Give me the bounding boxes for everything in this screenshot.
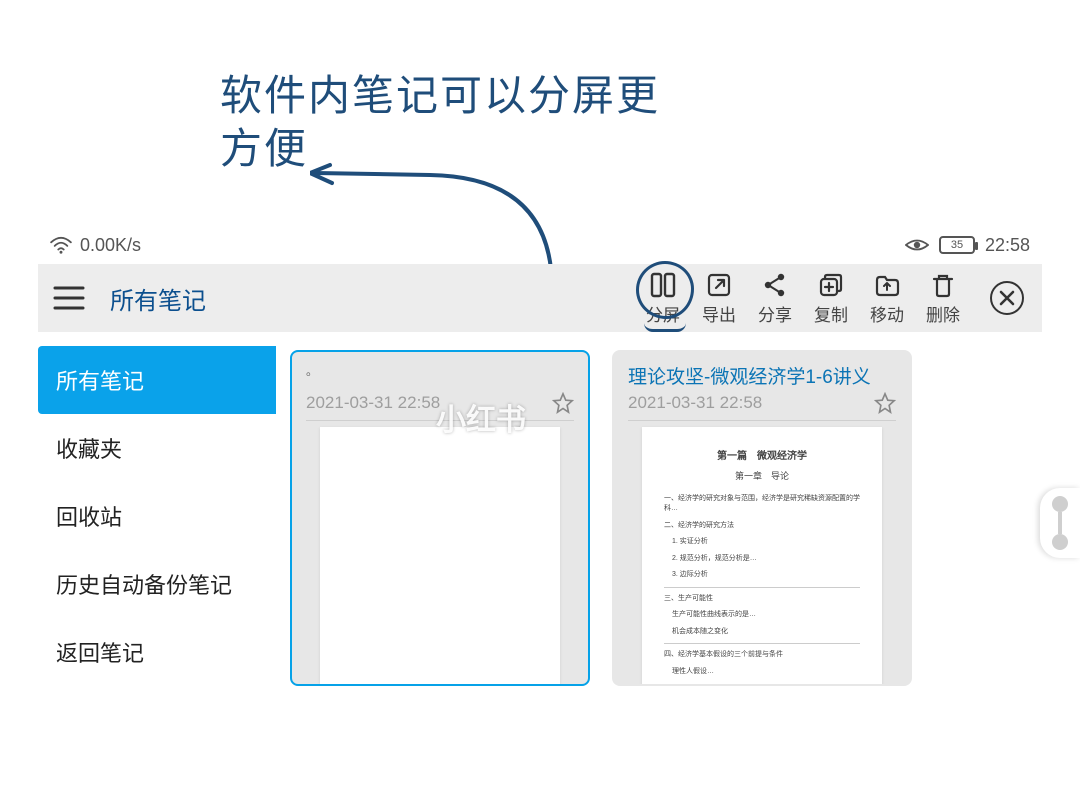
doc-subheading: 第一章 导论 xyxy=(664,470,860,484)
trash-icon xyxy=(929,271,957,299)
sidebar-item-all-notes[interactable]: 所有笔记 xyxy=(38,346,276,414)
delete-button[interactable]: 删除 xyxy=(926,271,960,326)
note-card[interactable]: 理论攻坚-微观经济学1-6讲义 2021-03-31 22:58 第一篇 微观经… xyxy=(612,350,912,686)
doc-heading: 第一篇 微观经济学 xyxy=(664,449,860,464)
handle-dot-icon xyxy=(1052,496,1068,512)
handwritten-annotation: 软件内笔记可以分屏更 方便 xyxy=(220,70,660,175)
handle-bar-icon xyxy=(1058,512,1062,534)
app-toolbar: 所有笔记 分屏 导出 分享 复制 xyxy=(38,264,1042,332)
note-title: 理论攻坚-微观经济学1-6讲义 xyxy=(628,362,896,386)
close-icon xyxy=(999,290,1015,306)
battery-icon: 35 xyxy=(939,236,975,254)
copy-label: 复制 xyxy=(814,301,848,326)
sidebar-item-trash[interactable]: 回收站 xyxy=(38,482,276,550)
status-bar: 0.00K/s 35 22:58 xyxy=(50,232,1030,258)
menu-button[interactable] xyxy=(50,279,88,317)
share-button[interactable]: 分享 xyxy=(758,271,792,326)
clock-time: 22:58 xyxy=(985,235,1030,256)
export-button[interactable]: 导出 xyxy=(702,271,736,326)
star-icon[interactable] xyxy=(552,392,574,414)
eye-icon xyxy=(905,236,929,254)
sidebar-item-favorites[interactable]: 收藏夹 xyxy=(38,414,276,482)
sidebar: 所有笔记 收藏夹 回收站 历史自动备份笔记 返回笔记 xyxy=(38,346,276,686)
note-title: 。 xyxy=(306,362,574,386)
split-label: 分屏 xyxy=(646,301,680,326)
copy-icon xyxy=(817,271,845,299)
export-icon xyxy=(705,271,733,299)
note-thumbnail: 第一篇 微观经济学 第一章 导论 一、经济学的研究对象与范围，经济学是研究稀缺资… xyxy=(614,427,910,686)
annotation-line-1: 软件内笔记可以分屏更 xyxy=(220,72,660,119)
star-icon[interactable] xyxy=(874,392,896,414)
note-card[interactable]: 。 2021-03-31 22:58 xyxy=(290,350,590,686)
wifi-icon xyxy=(50,236,72,254)
edge-handle[interactable] xyxy=(1040,488,1080,558)
blank-page xyxy=(320,427,560,684)
network-speed: 0.00K/s xyxy=(80,235,141,256)
annotation-line-2: 方便 xyxy=(220,125,308,172)
toolbar-actions: 分屏 导出 分享 复制 移动 xyxy=(646,271,1024,326)
hamburger-icon xyxy=(53,285,85,311)
handle-dot-icon xyxy=(1052,534,1068,550)
note-timestamp: 2021-03-31 22:58 xyxy=(306,393,440,413)
share-icon xyxy=(761,271,789,299)
delete-label: 删除 xyxy=(926,301,960,326)
sidebar-item-return[interactable]: 返回笔记 xyxy=(38,618,276,686)
move-icon xyxy=(873,271,901,299)
toolbar-title: 所有笔记 xyxy=(110,281,206,316)
document-page: 第一篇 微观经济学 第一章 导论 一、经济学的研究对象与范围，经济学是研究稀缺资… xyxy=(642,427,882,686)
move-button[interactable]: 移动 xyxy=(870,271,904,326)
note-grid: 。 2021-03-31 22:58 理论攻坚-微观经济学1-6讲义 2021-… xyxy=(290,350,912,686)
copy-button[interactable]: 复制 xyxy=(814,271,848,326)
battery-level: 35 xyxy=(951,239,963,251)
close-button[interactable] xyxy=(990,281,1024,315)
sidebar-item-backup[interactable]: 历史自动备份笔记 xyxy=(38,550,276,618)
note-timestamp: 2021-03-31 22:58 xyxy=(628,393,762,413)
split-icon xyxy=(649,271,677,299)
move-label: 移动 xyxy=(870,301,904,326)
export-label: 导出 xyxy=(702,301,736,326)
split-screen-button[interactable]: 分屏 xyxy=(646,271,680,326)
note-thumbnail xyxy=(292,427,588,684)
share-label: 分享 xyxy=(758,301,792,326)
